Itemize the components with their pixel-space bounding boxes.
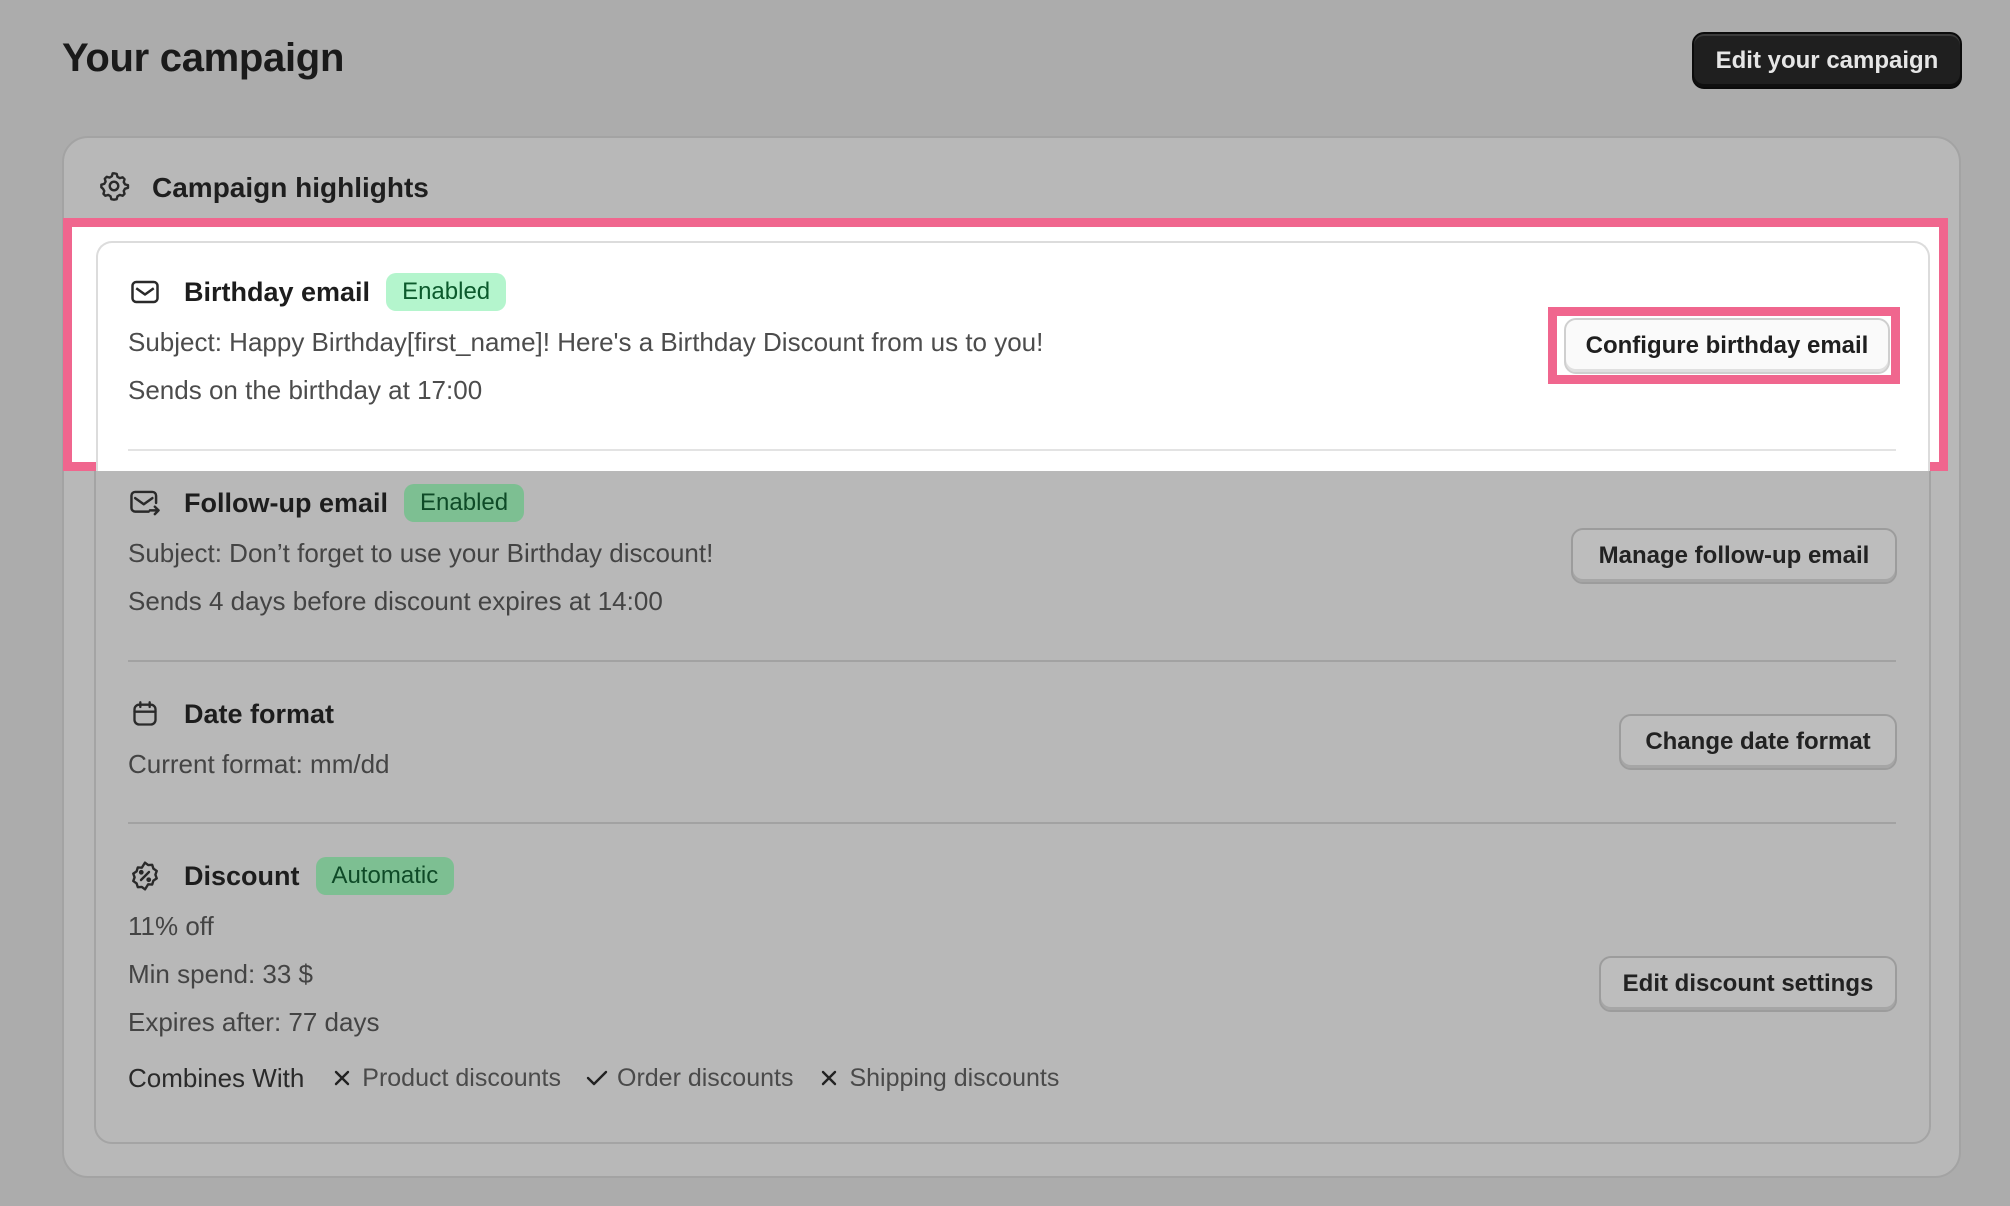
combines-with-row: Combines With Product discounts Order di… xyxy=(128,1058,1896,1098)
x-icon xyxy=(817,1066,841,1090)
calendar-icon xyxy=(128,697,162,731)
combines-with-label: Combines With xyxy=(128,1062,305,1093)
date-format-title: Date format xyxy=(184,698,335,729)
combo-label: Shipping discounts xyxy=(849,1063,1060,1092)
configure-birthday-email-button[interactable]: Configure birthday email xyxy=(1564,318,1890,374)
combo-label: Order discounts xyxy=(617,1063,794,1092)
divider xyxy=(128,449,1896,451)
discount-title: Discount xyxy=(184,860,300,891)
combo-label: Product discounts xyxy=(362,1063,561,1092)
envelope-icon xyxy=(128,275,162,309)
combo-shipping-discounts: Shipping discounts xyxy=(817,1064,1059,1093)
combo-order-discounts: Order discounts xyxy=(585,1064,793,1093)
birthday-email-title: Birthday email xyxy=(184,276,371,307)
status-badge: Automatic xyxy=(315,857,455,895)
status-badge: Enabled xyxy=(386,273,507,311)
edit-campaign-button[interactable]: Edit your campaign xyxy=(1692,32,1962,89)
card-header: Campaign highlights xyxy=(98,170,429,206)
divider xyxy=(128,660,1896,662)
divider xyxy=(128,822,1896,824)
change-date-format-button[interactable]: Change date format xyxy=(1619,714,1897,770)
combo-product-discounts: Product discounts xyxy=(330,1064,561,1093)
page-title: Your campaign xyxy=(62,36,345,80)
followup-email-schedule: Sends 4 days before discount expires at … xyxy=(128,586,663,616)
envelope-arrow-icon xyxy=(128,486,162,520)
x-icon xyxy=(330,1066,354,1090)
gear-icon xyxy=(98,170,130,207)
discount-badge-icon xyxy=(128,859,162,893)
manage-followup-email-button[interactable]: Manage follow-up email xyxy=(1571,528,1897,584)
checkmark-icon xyxy=(585,1066,609,1090)
edit-discount-settings-button[interactable]: Edit discount settings xyxy=(1599,956,1897,1012)
followup-email-title: Follow-up email xyxy=(184,487,389,518)
discount-amount: 11% off xyxy=(128,911,214,941)
card-title: Campaign highlights xyxy=(152,172,429,203)
status-badge: Enabled xyxy=(404,484,525,522)
